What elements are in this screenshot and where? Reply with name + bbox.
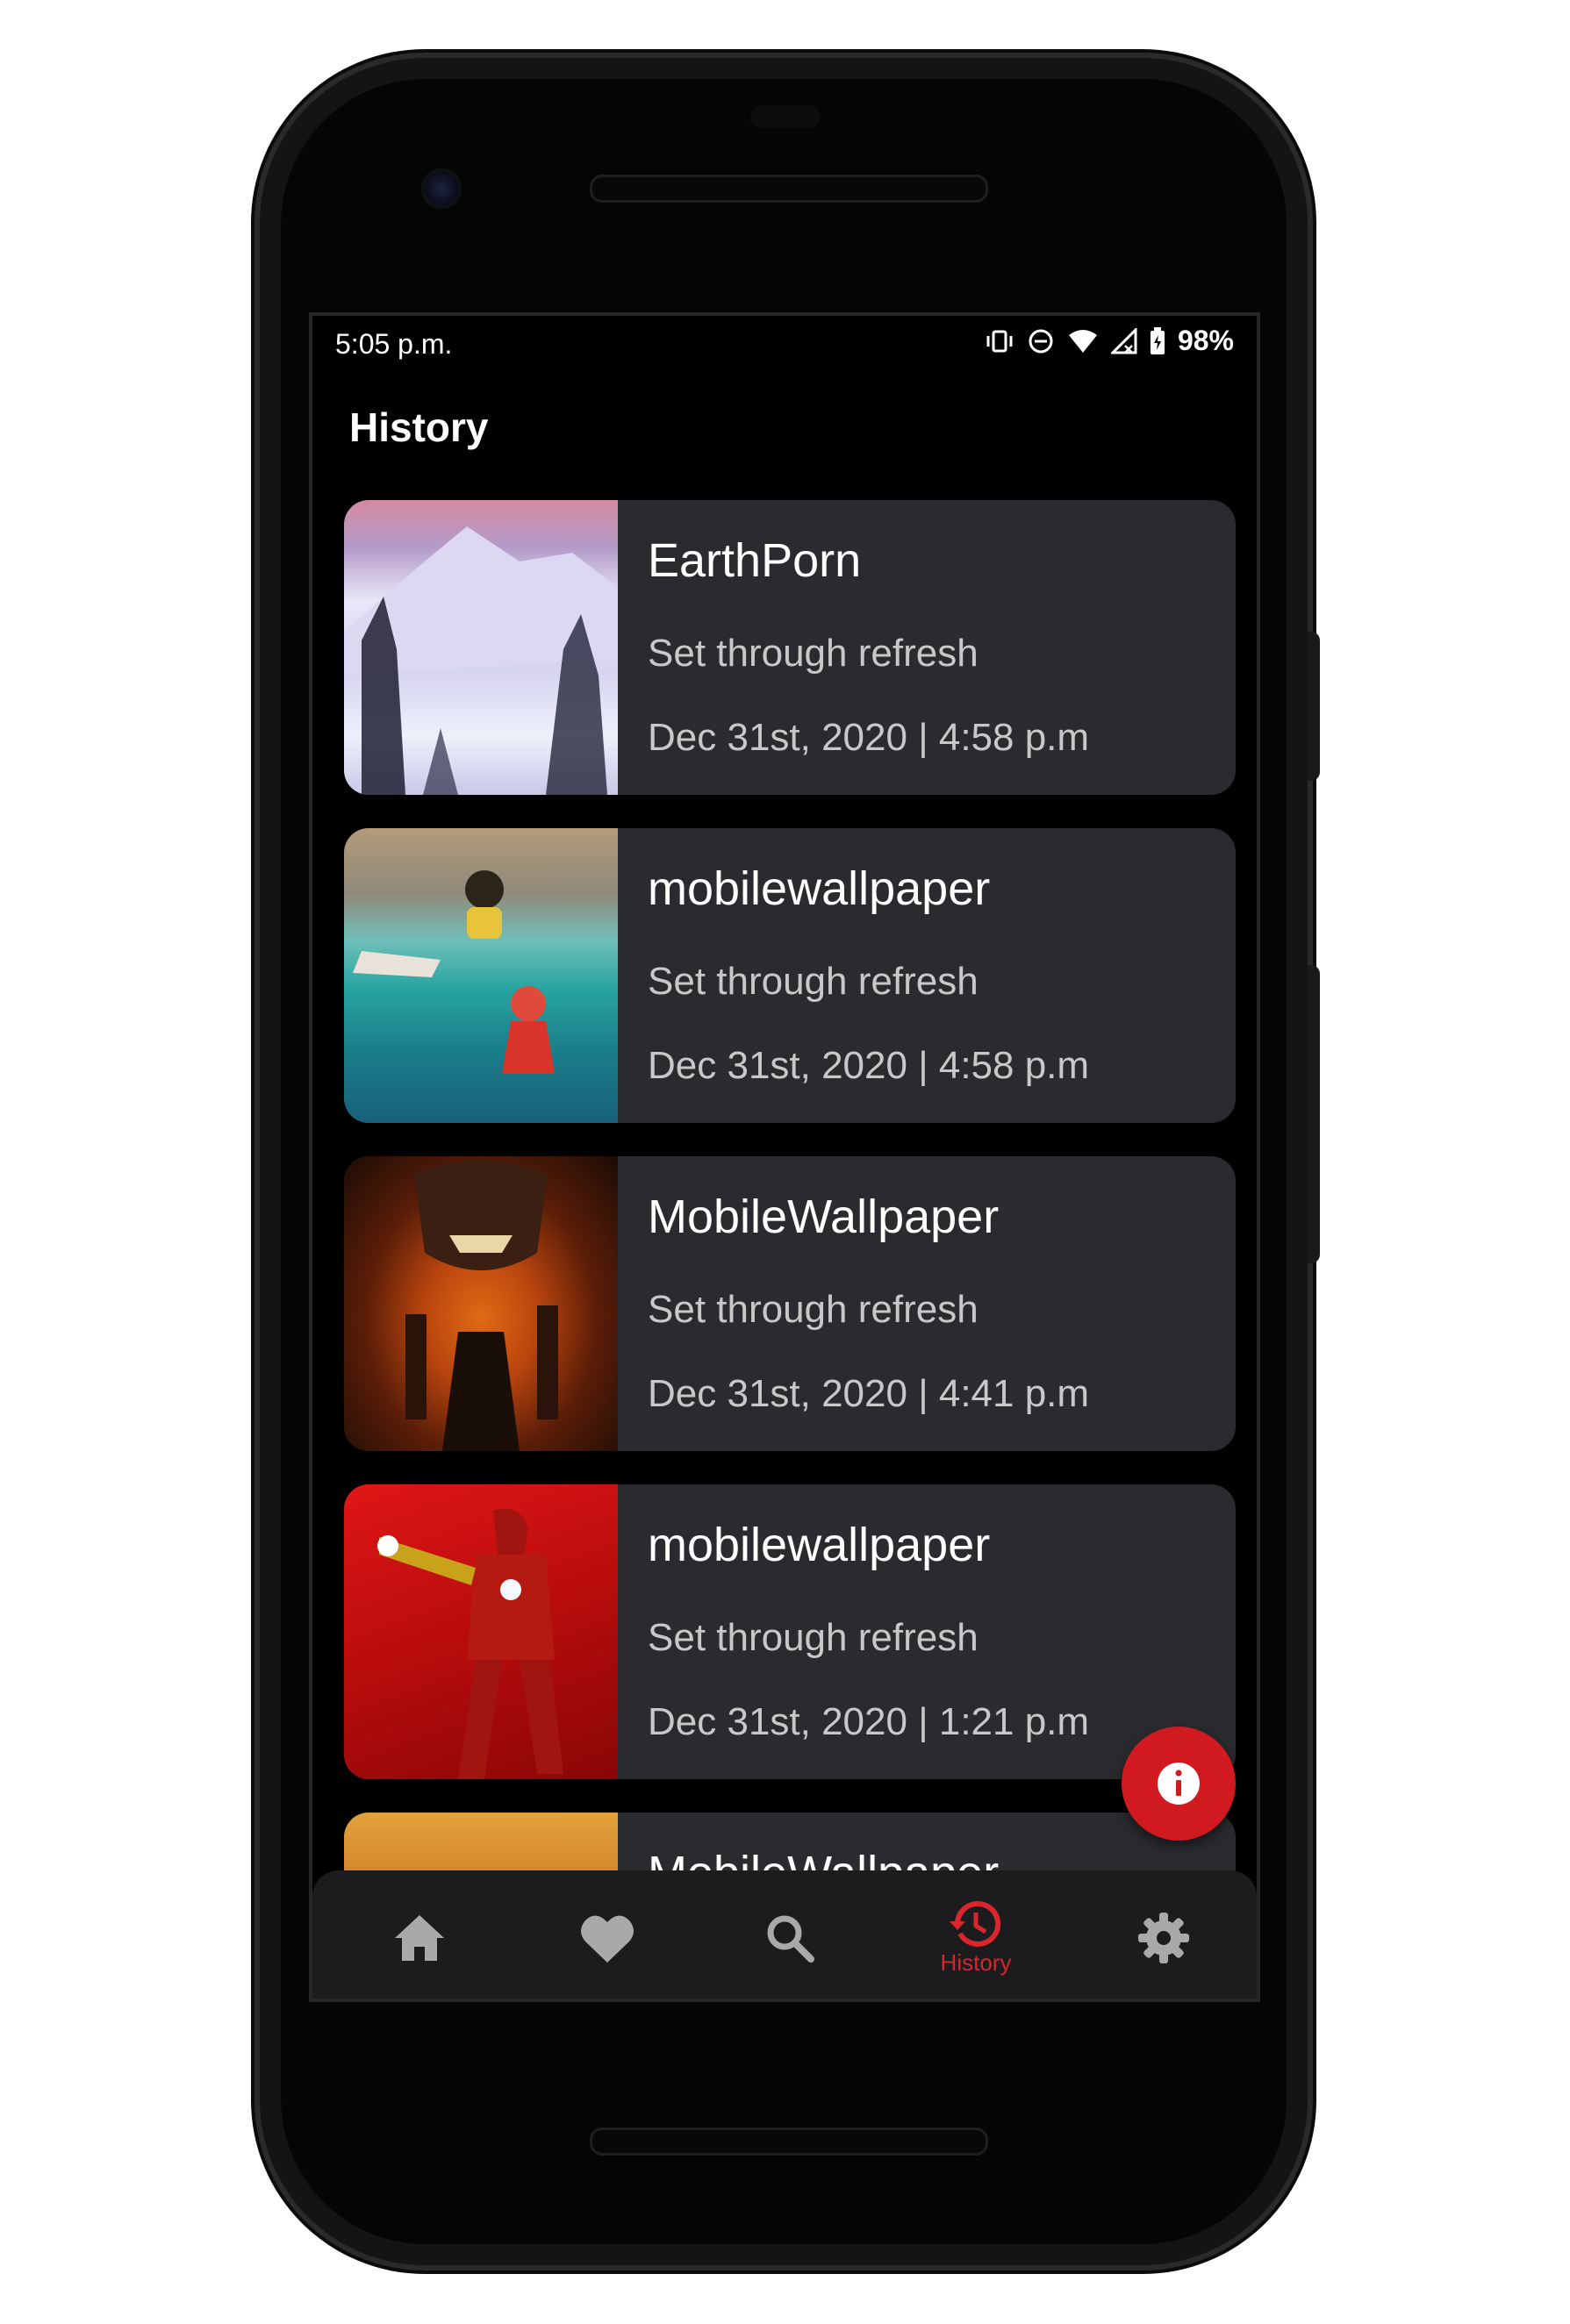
- history-card[interactable]: mobilewallpaper Set through refresh Dec …: [344, 828, 1236, 1123]
- subreddit-name: MobileWallpaper: [648, 1191, 1000, 1243]
- status-icons: 98%: [985, 325, 1234, 357]
- gear-icon: [1138, 1913, 1189, 1963]
- wallpaper-thumbnail: [344, 1156, 618, 1451]
- subreddit-name: mobilewallpaper: [648, 862, 991, 915]
- volume-button: [1308, 965, 1320, 1263]
- bottom-navigation: History: [312, 1870, 1257, 1999]
- signal-icon: [1110, 327, 1137, 354]
- nav-favorites[interactable]: [546, 1870, 669, 1999]
- nav-history[interactable]: History: [914, 1870, 1037, 1999]
- bottom-speaker: [590, 2127, 988, 2156]
- nav-settings[interactable]: [1102, 1870, 1225, 1999]
- wallpaper-thumbnail: [344, 828, 618, 1123]
- info-fab[interactable]: [1122, 1727, 1236, 1841]
- nav-home[interactable]: [358, 1870, 481, 1999]
- battery-percentage: 98%: [1177, 325, 1234, 356]
- vibrate-icon: [986, 330, 1013, 352]
- set-method: Set through refresh: [648, 960, 979, 1003]
- history-card[interactable]: EarthPorn Set through refresh Dec 31st, …: [344, 500, 1236, 795]
- set-method: Set through refresh: [648, 1288, 979, 1331]
- battery-icon: [1150, 326, 1165, 354]
- page-title: History: [349, 404, 489, 450]
- heart-icon: [581, 1915, 634, 1963]
- set-method: Set through refresh: [648, 632, 979, 675]
- wifi-icon: [1068, 329, 1097, 353]
- info-icon: [1158, 1763, 1200, 1805]
- nav-search[interactable]: [728, 1870, 851, 1999]
- wallpaper-thumbnail: [344, 1484, 618, 1779]
- status-bar: 5:05 p.m. 98%: [312, 316, 1257, 377]
- home-icon: [395, 1915, 444, 1961]
- app-screen: 5:05 p.m. 98% History EarthPorn Set thro…: [309, 312, 1260, 2002]
- history-card[interactable]: mobilewallpaper Set through refresh Dec …: [344, 1484, 1236, 1779]
- set-date: Dec 31st, 2020 | 1:21 p.m: [648, 1700, 1090, 1743]
- underwater-art: [353, 870, 555, 1074]
- set-date: Dec 31st, 2020 | 4:58 p.m: [648, 716, 1090, 759]
- front-camera: [421, 168, 462, 209]
- armored-hero-art: [377, 1508, 563, 1779]
- power-button: [1308, 632, 1320, 781]
- subreddit-name: EarthPorn: [648, 534, 862, 587]
- set-date: Dec 31st, 2020 | 4:41 p.m: [648, 1372, 1090, 1415]
- wallpaper-thumbnail: [344, 500, 618, 795]
- top-speaker: [590, 175, 988, 203]
- nav-history-label: History: [940, 1949, 1012, 1976]
- subreddit-name: mobilewallpaper: [648, 1519, 991, 1571]
- history-card[interactable]: MobileWallpaper Set through refresh Dec …: [344, 1156, 1236, 1451]
- set-method: Set through refresh: [648, 1616, 979, 1659]
- mountain-art: [344, 526, 618, 795]
- search-icon: [767, 1915, 814, 1963]
- villain-art: [405, 1161, 558, 1451]
- do-not-disturb-icon: [1029, 329, 1053, 353]
- set-date: Dec 31st, 2020 | 4:58 p.m: [648, 1044, 1090, 1087]
- status-time: 5:05 p.m.: [335, 328, 453, 360]
- earpiece-sensor: [750, 105, 821, 128]
- history-icon: [950, 1900, 1001, 1947]
